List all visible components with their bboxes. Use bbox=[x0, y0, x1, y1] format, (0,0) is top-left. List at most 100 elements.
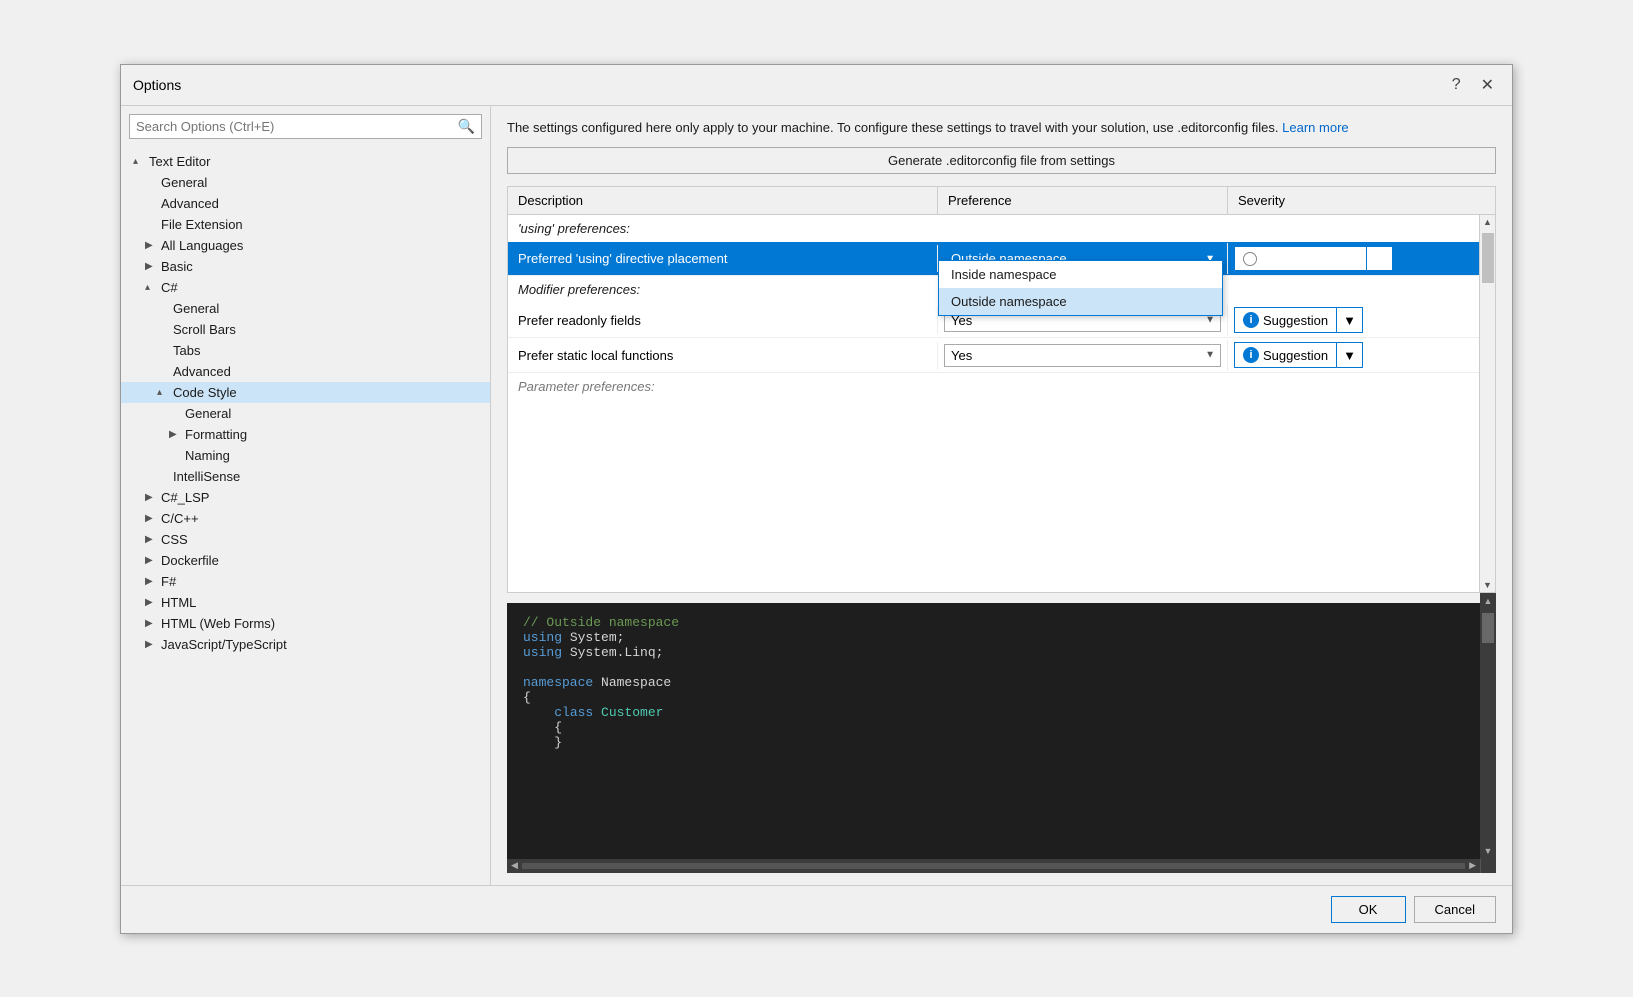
code-preview-container: // Outside namespace using System; using… bbox=[507, 593, 1496, 873]
preference-dropdown-static[interactable]: Yes No bbox=[944, 344, 1221, 367]
help-button[interactable]: ? bbox=[1446, 74, 1467, 96]
tree-item-formatting[interactable]: ▶ Formatting bbox=[121, 424, 490, 445]
tree-label: General bbox=[161, 175, 207, 190]
tree-item-cs-general[interactable]: General bbox=[121, 298, 490, 319]
table-body-container: 'using' preferences: Preferred 'using' d… bbox=[508, 215, 1495, 592]
scroll-thumb[interactable] bbox=[1482, 233, 1494, 283]
hscroll-left-icon[interactable]: ◀ bbox=[507, 860, 522, 871]
search-input[interactable] bbox=[136, 119, 458, 134]
row-sev-using[interactable]: Refactoring Only ▼ bbox=[1228, 242, 1479, 275]
col-header-preference: Preference bbox=[938, 187, 1228, 214]
tree-item-scrollbars[interactable]: Scroll Bars bbox=[121, 319, 490, 340]
cancel-button[interactable]: Cancel bbox=[1414, 896, 1496, 923]
options-dialog: Options ? ✕ 🔍 ▴ Text Editor General bbox=[120, 64, 1513, 934]
left-panel: 🔍 ▴ Text Editor General Advanced bbox=[121, 106, 491, 885]
row-sev-static[interactable]: i Suggestion ▼ bbox=[1228, 338, 1479, 372]
tree-item-css[interactable]: ▶ CSS bbox=[121, 529, 490, 550]
tree-label: C# bbox=[161, 280, 178, 295]
code-line-6: { bbox=[523, 690, 1464, 705]
pref-select-wrapper-static[interactable]: Yes No ▼ bbox=[944, 344, 1221, 367]
code-line-5: namespace Namespace bbox=[523, 675, 1464, 690]
learn-more-link[interactable]: Learn more bbox=[1282, 120, 1348, 135]
scroll-down-arrow-icon[interactable]: ▼ bbox=[1481, 578, 1494, 592]
code-line-3: using System.Linq; bbox=[523, 645, 1464, 660]
tree-item-all-languages[interactable]: ▶ All Languages bbox=[121, 235, 490, 256]
severity-radio-static[interactable]: i Suggestion bbox=[1235, 343, 1337, 367]
code-line-8: { bbox=[523, 720, 1464, 735]
bottom-bar: OK Cancel bbox=[121, 885, 1512, 933]
tree-item-intellisense[interactable]: IntelliSense bbox=[121, 466, 490, 487]
severity-chevron-icon: ▼ bbox=[1343, 348, 1356, 363]
code-horizontal-scrollbar[interactable]: ◀ ▶ bbox=[507, 859, 1496, 873]
code-line-4 bbox=[523, 660, 1464, 675]
preference-dropdown-overlay: Inside namespace Outside namespace bbox=[938, 260, 1223, 316]
severity-selector[interactable]: Refactoring Only ▼ bbox=[1234, 246, 1393, 271]
search-icon: 🔍 bbox=[458, 118, 475, 135]
tree-item-csharp-lsp[interactable]: ▶ C#_LSP bbox=[121, 487, 490, 508]
tree-item-naming[interactable]: Naming bbox=[121, 445, 490, 466]
search-box[interactable]: 🔍 bbox=[129, 114, 482, 139]
tree-item-te-general[interactable]: General bbox=[121, 172, 490, 193]
code-line-1: // Outside namespace bbox=[523, 615, 1464, 630]
tree-item-js-ts[interactable]: ▶ JavaScript/TypeScript bbox=[121, 634, 490, 655]
row-desc-using: Preferred 'using' directive placement bbox=[508, 245, 938, 272]
close-button[interactable]: ✕ bbox=[1475, 73, 1500, 97]
severity-selector-static[interactable]: i Suggestion ▼ bbox=[1234, 342, 1363, 368]
code-right-scrollbar[interactable]: ▲ ▼ bbox=[1480, 593, 1496, 859]
tree-label: File Extension bbox=[161, 217, 243, 232]
tree-label: JavaScript/TypeScript bbox=[161, 637, 287, 652]
dropdown-option-inside[interactable]: Inside namespace bbox=[939, 261, 1222, 288]
tree-item-csharp[interactable]: ▴ C# bbox=[121, 277, 490, 298]
tree-label: HTML (Web Forms) bbox=[161, 616, 275, 631]
code-scroll-thumb[interactable] bbox=[1482, 613, 1494, 643]
tree-item-cpp[interactable]: ▶ C/C++ bbox=[121, 508, 490, 529]
tree-item-text-editor[interactable]: ▴ Text Editor bbox=[121, 151, 490, 172]
tree-item-cs-advanced[interactable]: Advanced bbox=[121, 361, 490, 382]
severity-chevron-readonly[interactable]: ▼ bbox=[1337, 309, 1362, 332]
severity-selector-readonly[interactable]: i Suggestion ▼ bbox=[1234, 307, 1363, 333]
section-using-header: 'using' preferences: bbox=[508, 215, 1479, 242]
code-line-2: using System; bbox=[523, 630, 1464, 645]
table-header: Description Preference Severity bbox=[508, 187, 1495, 215]
generate-editorconfig-button[interactable]: Generate .editorconfig file from setting… bbox=[507, 147, 1496, 174]
tree-label: C#_LSP bbox=[161, 490, 209, 505]
hscroll-right-icon[interactable]: ▶ bbox=[1465, 860, 1480, 871]
table-row-static-local[interactable]: Prefer static local functions Yes No ▼ bbox=[508, 338, 1479, 373]
tree-label: All Languages bbox=[161, 238, 243, 253]
tree-item-basic[interactable]: ▶ Basic bbox=[121, 256, 490, 277]
dropdown-option-outside[interactable]: Outside namespace bbox=[939, 288, 1222, 315]
tree-item-html-webforms[interactable]: ▶ HTML (Web Forms) bbox=[121, 613, 490, 634]
hscroll-track[interactable] bbox=[522, 863, 1465, 869]
tree-label: C/C++ bbox=[161, 511, 199, 526]
severity-radio-readonly[interactable]: i Suggestion bbox=[1235, 308, 1337, 332]
suggestion-icon: i bbox=[1243, 312, 1259, 328]
table-scrollbar[interactable]: ▲ ▼ bbox=[1479, 215, 1495, 592]
tree-arrow: ▴ bbox=[133, 156, 145, 167]
severity-dropdown-arrow[interactable]: ▼ bbox=[1367, 247, 1392, 270]
severity-chevron-static[interactable]: ▼ bbox=[1337, 344, 1362, 367]
row-desc-readonly: Prefer readonly fields bbox=[508, 307, 938, 334]
tree-item-dockerfile[interactable]: ▶ Dockerfile bbox=[121, 550, 490, 571]
tree-item-codestyle[interactable]: ▴ Code Style bbox=[121, 382, 490, 403]
ok-button[interactable]: OK bbox=[1331, 896, 1406, 923]
severity-label: Refactoring Only bbox=[1261, 251, 1358, 266]
severity-radio-part[interactable]: Refactoring Only bbox=[1235, 247, 1367, 270]
tree-item-te-advanced[interactable]: Advanced bbox=[121, 193, 490, 214]
tree-label: Text Editor bbox=[149, 154, 210, 169]
radio-button-icon[interactable] bbox=[1243, 252, 1257, 266]
section-parameter-header: Parameter preferences: bbox=[508, 373, 1479, 400]
row-sev-readonly[interactable]: i Suggestion ▼ bbox=[1228, 303, 1479, 337]
code-preview: // Outside namespace using System; using… bbox=[507, 603, 1480, 859]
scroll-up-arrow-icon[interactable]: ▲ bbox=[1481, 215, 1494, 229]
tree-item-fsharp[interactable]: ▶ F# bbox=[121, 571, 490, 592]
row-pref-static[interactable]: Yes No ▼ bbox=[938, 340, 1228, 371]
tree-item-csc-general[interactable]: General bbox=[121, 403, 490, 424]
tree-item-te-fileext[interactable]: File Extension bbox=[121, 214, 490, 235]
tree-item-html[interactable]: ▶ HTML bbox=[121, 592, 490, 613]
tree-item-tabs[interactable]: Tabs bbox=[121, 340, 490, 361]
code-line-7: class Customer bbox=[523, 705, 1464, 720]
code-scroll-up-icon[interactable]: ▲ bbox=[1484, 593, 1493, 609]
severity-label-readonly: Suggestion bbox=[1263, 313, 1328, 328]
tree-label: IntelliSense bbox=[173, 469, 240, 484]
code-scroll-down-icon[interactable]: ▼ bbox=[1484, 843, 1493, 859]
